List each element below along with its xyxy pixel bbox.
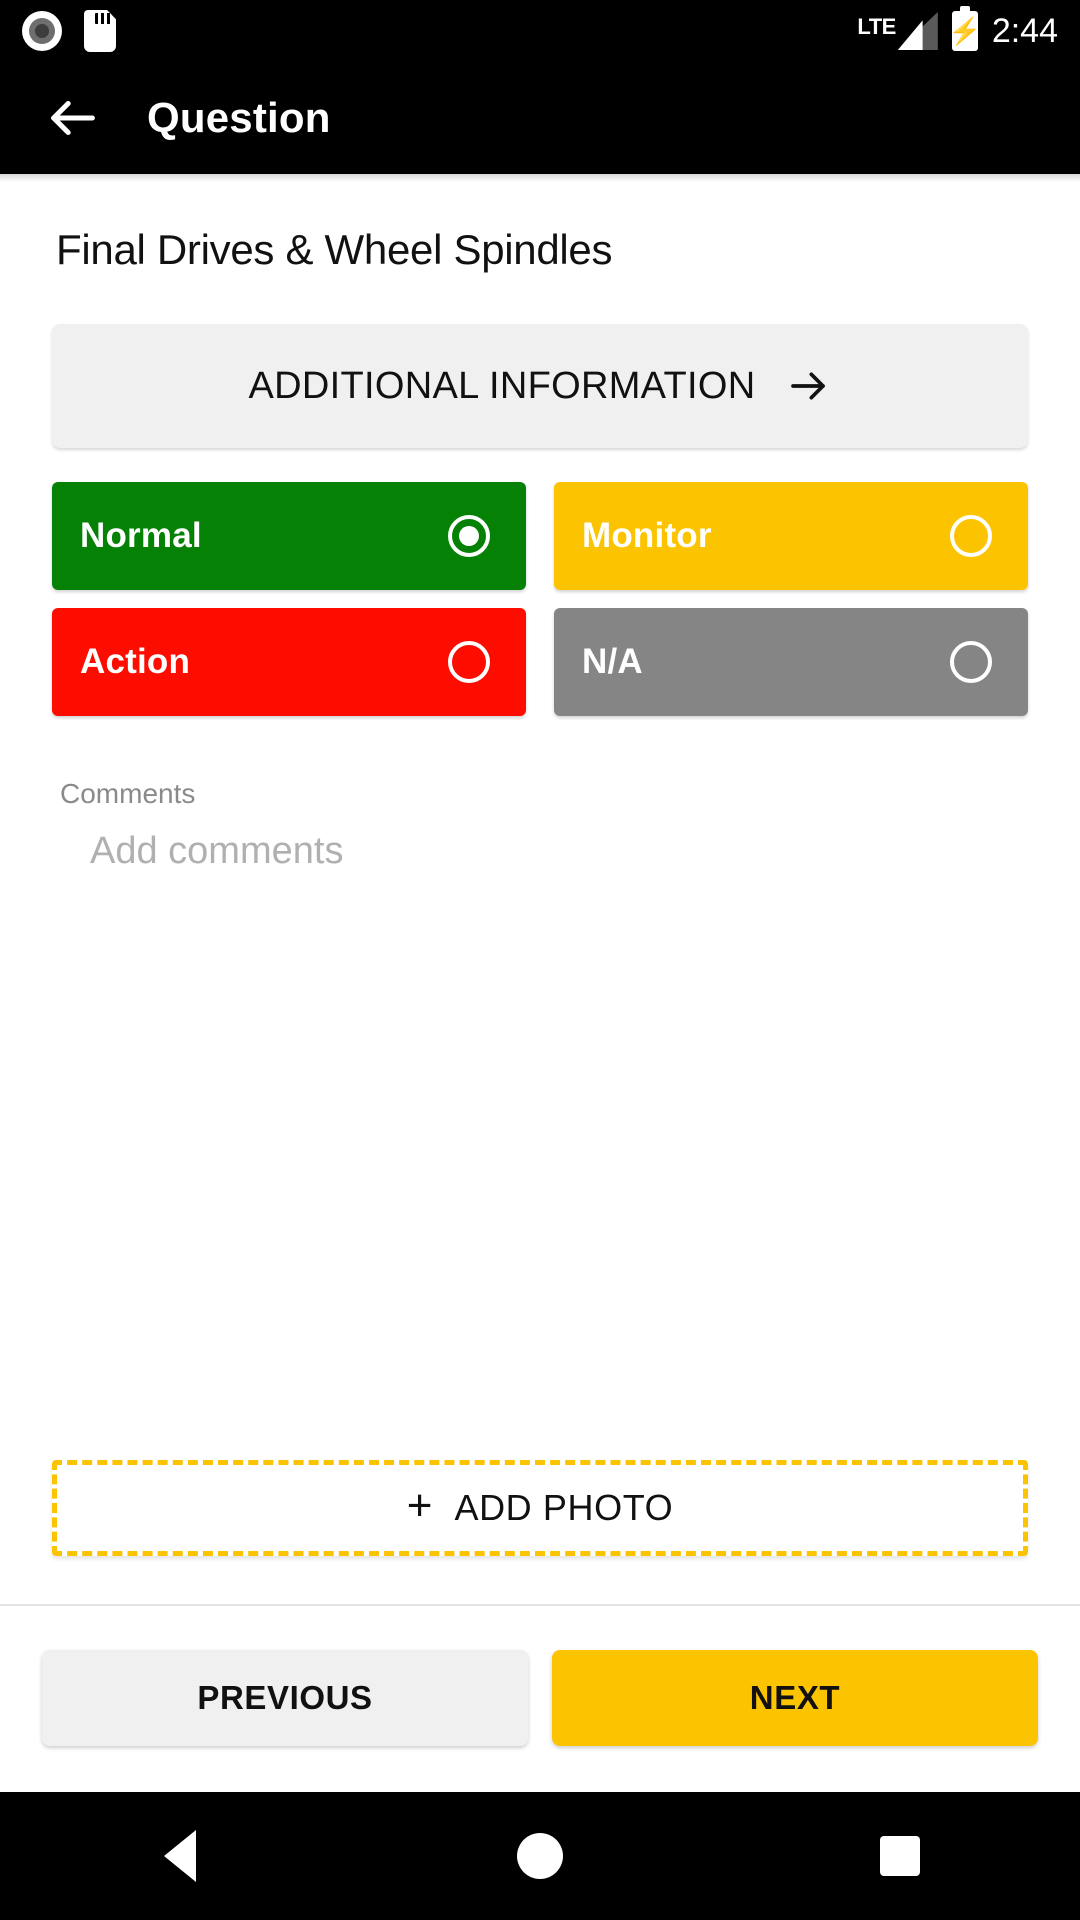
nav-back-triangle-icon [164,1830,196,1882]
status-bar-clock: 2:44 [991,12,1058,50]
nav-home-button[interactable] [480,1816,600,1896]
status-bar-right: LTE ⚡ 2:44 [857,6,1058,51]
network-type-label: LTE [857,14,896,39]
comments-label: Comments [60,778,196,809]
signal-bars-icon [897,12,938,50]
status-option-label: Monitor [582,516,712,555]
signal-indicator: LTE [857,12,938,50]
comments-field[interactable]: Comments Add comments [52,778,1028,1460]
status-option-label: Action [80,642,191,681]
additional-information-label: ADDITIONAL INFORMATION [248,364,756,407]
android-navigation-bar [0,1792,1080,1920]
record-indicator-icon [22,11,62,51]
page-title: Question [147,94,331,141]
status-option-normal[interactable]: Normal [52,482,526,590]
status-bar-left [22,10,116,52]
nav-home-circle-icon [517,1833,563,1879]
radio-normal[interactable] [448,515,490,557]
back-arrow-icon[interactable] [44,89,102,147]
content-area: Final Drives & Wheel Spindles ADDITIONAL… [0,174,1080,1792]
status-option-grid: Normal Monitor Action N/A [52,482,1028,716]
plus-icon: + [406,1481,433,1530]
phone-screen: LTE ⚡ 2:44 Question Final Drives & Wheel… [0,0,1080,1920]
nav-recents-square-icon [880,1836,920,1876]
add-photo-label: ADD PHOTO [454,1487,674,1528]
additional-information-button[interactable]: ADDITIONAL INFORMATION [52,324,1028,448]
nav-back-button[interactable] [120,1816,240,1896]
comments-input-placeholder[interactable]: Add comments [90,830,1028,873]
sd-card-icon [84,10,116,52]
next-button[interactable]: NEXT [552,1650,1038,1746]
status-bar: LTE ⚡ 2:44 [0,0,1080,62]
radio-monitor[interactable] [950,515,992,557]
radio-action[interactable] [448,641,490,683]
footer-navigation: PREVIOUS NEXT [0,1606,1080,1792]
previous-button[interactable]: PREVIOUS [42,1650,528,1746]
section-title: Final Drives & Wheel Spindles [56,226,613,273]
app-bar: Question [0,62,1080,174]
add-photo-button[interactable]: + ADD PHOTO [52,1460,1028,1556]
nav-recents-button[interactable] [840,1816,960,1896]
radio-na[interactable] [950,641,992,683]
status-option-action[interactable]: Action [52,608,526,716]
battery-charging-icon: ⚡ [949,6,981,51]
status-option-monitor[interactable]: Monitor [554,482,1028,590]
status-option-na[interactable]: N/A [554,608,1028,716]
arrow-right-icon [785,366,831,406]
status-option-label: N/A [582,642,643,681]
status-option-label: Normal [80,516,202,555]
